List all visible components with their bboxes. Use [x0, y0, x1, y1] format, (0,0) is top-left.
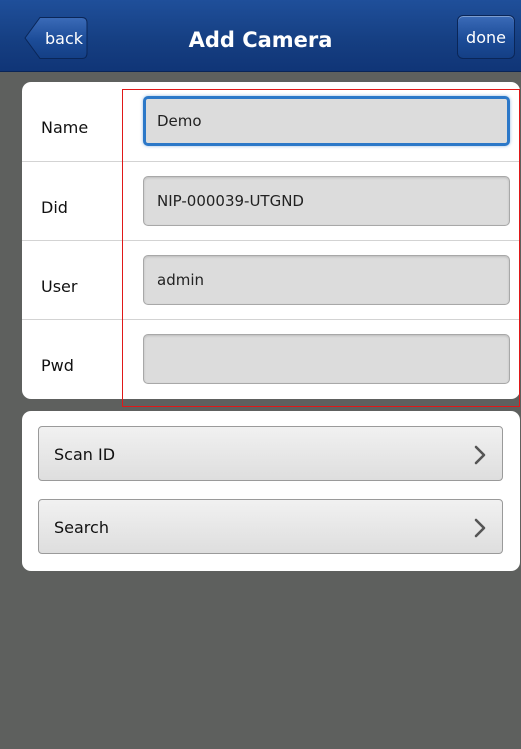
search-label: Search [54, 518, 109, 537]
scan-id-button[interactable]: Scan ID [38, 426, 503, 481]
top-navigation-bar: back Add Camera done [0, 0, 521, 72]
chevron-right-icon [474, 518, 486, 538]
form-row-did: Did [22, 161, 520, 240]
form-row-user: User [22, 240, 520, 319]
pwd-label: Pwd [41, 356, 74, 375]
scan-id-label: Scan ID [54, 445, 116, 464]
page-title: Add Camera [188, 28, 333, 52]
done-button[interactable]: done [457, 15, 515, 59]
did-field[interactable] [143, 176, 510, 226]
camera-form-card: Name Did User Pwd [22, 82, 520, 399]
form-row-pwd: Pwd [22, 319, 520, 398]
password-field[interactable] [143, 334, 510, 384]
chevron-right-icon [474, 445, 486, 465]
user-label: User [41, 277, 78, 296]
search-button[interactable]: Search [38, 499, 503, 554]
name-label: Name [41, 118, 89, 137]
actions-card: Scan ID Search [22, 411, 520, 571]
did-label: Did [41, 198, 68, 217]
name-field[interactable] [143, 96, 510, 146]
form-row-name: Name [22, 82, 520, 161]
user-field[interactable] [143, 255, 510, 305]
